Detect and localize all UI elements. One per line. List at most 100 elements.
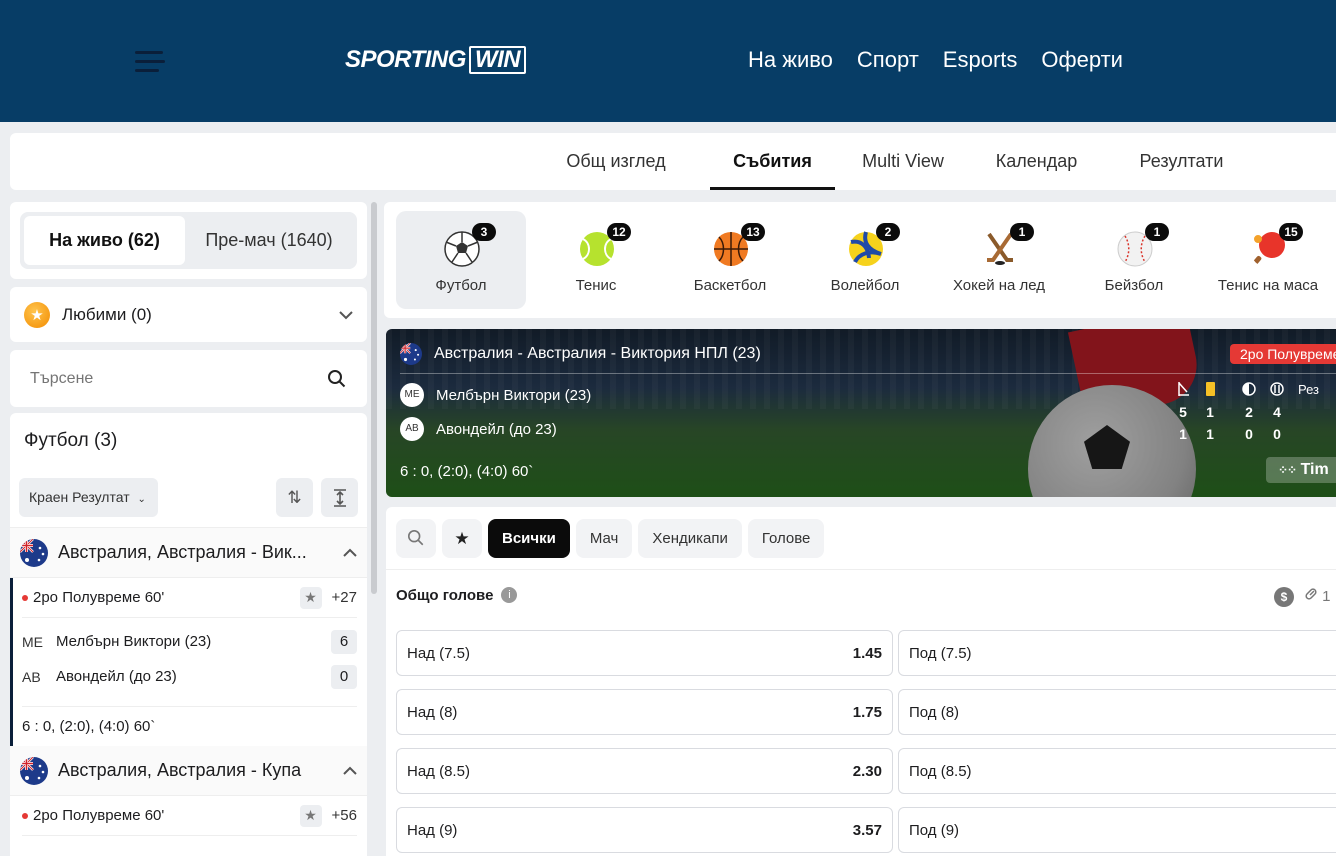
odd-value: 1.75 (852, 703, 882, 721)
sport-count-badge: 12 (607, 223, 631, 241)
odd-over-button[interactable]: Над (8) 1.75 (396, 689, 893, 735)
odd-under-button[interactable]: Под (7.5) (898, 630, 1336, 676)
timeline-label: Tim (1300, 461, 1329, 478)
nav-live-link[interactable]: На живо (748, 44, 833, 76)
search-input[interactable] (30, 369, 327, 388)
stat-away-h1: 0 (1245, 426, 1253, 442)
event-home-team: ME Мелбърн Виктори (23) (400, 383, 591, 407)
sport-table-tennis[interactable]: 15 Тенис на маса (1203, 211, 1333, 309)
sport-volleyball[interactable]: 2 Волейбол (800, 211, 930, 309)
live-event-banner[interactable]: Австралия - Австралия - Виктория НПЛ (23… (386, 329, 1336, 497)
tab-events[interactable]: Събития (710, 133, 835, 190)
sport-basketball[interactable]: 13 Баскетбол (665, 211, 795, 309)
stat-home-corners: 5 (1179, 404, 1187, 420)
league-header[interactable]: Австралия, Австралия - Купа (10, 746, 367, 796)
chevron-down-icon[interactable] (339, 307, 353, 323)
market-tab-match[interactable]: Мач (575, 518, 633, 558)
match-status-row: 2ро Полувреме 60' ★ +56 (22, 796, 357, 836)
sort-icon[interactable]: ⇅ (276, 478, 313, 517)
tab-calendar[interactable]: Календар (980, 133, 1093, 190)
odd-label: Над (9) (407, 821, 458, 839)
team-abbr: ME (22, 633, 43, 650)
chevron-up-icon[interactable] (343, 545, 357, 560)
sport-label: Бейзбол (1104, 277, 1164, 294)
market-search-icon[interactable] (396, 518, 436, 558)
match-card[interactable]: 2ро Полувреме 60' ★ +27 ME Мелбърн Викто… (10, 578, 367, 746)
tab-overview[interactable]: Общ изглед (546, 133, 686, 190)
logo-win-text: WIN (468, 46, 527, 74)
logo[interactable]: SPORTING WIN (345, 44, 527, 76)
odd-under-button[interactable]: Под (8.5) (898, 748, 1336, 794)
team-score: 6 (331, 629, 357, 654)
search-icon[interactable] (327, 369, 347, 389)
market-filter-dropdown[interactable]: Краен Резултат ⌄ (19, 478, 158, 517)
event-league-name: Австралия - Австралия - Виктория НПЛ (23… (434, 345, 761, 362)
yellow-card-icon (1206, 382, 1215, 396)
tab-multi-view[interactable]: Multi View (843, 133, 963, 190)
hamburger-menu-icon[interactable] (135, 51, 165, 73)
market-favorites-star-icon[interactable]: ★ (442, 518, 482, 558)
first-half-icon (1242, 382, 1256, 396)
sport-count-badge: 2 (876, 223, 900, 241)
nav-offers-link[interactable]: Оферти (1041, 44, 1123, 76)
team-name: Авондейл (до 23) (56, 668, 177, 685)
stat-home-h1: 2 (1245, 404, 1253, 420)
sub-navigation: Общ изглед Събития Multi View Календар Р… (10, 133, 1336, 190)
sport-label: Футбол (435, 277, 487, 294)
favorites-panel[interactable]: ★ Любими (0) (10, 287, 367, 342)
market-tab-handicaps[interactable]: Хендикапи (638, 518, 742, 558)
timeline-button[interactable]: ⁘⁘ Tim (1266, 457, 1336, 483)
odd-under-button[interactable]: Под (9) (898, 807, 1336, 853)
nav-sport-link[interactable]: Спорт (857, 44, 919, 76)
period-badge: 2ро Полувреме (1230, 344, 1336, 364)
corner-flag-icon (1178, 382, 1189, 396)
sport-baseball[interactable]: 1 Бейзбол (1069, 211, 1199, 309)
sport-count-badge: 13 (741, 223, 765, 241)
odd-label: Над (7.5) (407, 644, 470, 662)
sport-label: Баскетбол (693, 277, 767, 294)
cashout-dollar-icon[interactable]: $ (1274, 587, 1294, 607)
sport-tennis[interactable]: 12 Тенис (531, 211, 661, 309)
info-icon[interactable]: i (501, 587, 518, 603)
timeline-icon: ⁘⁘ (1278, 463, 1297, 477)
favorite-star-icon[interactable]: ★ (299, 804, 322, 827)
link-icon[interactable]: 1 (1304, 587, 1331, 605)
team-abbr: AB (22, 668, 41, 685)
stat-extra-label: Рез (1298, 382, 1320, 397)
market-tab-all[interactable]: Всички (488, 518, 570, 558)
sport-count-badge: 15 (1279, 223, 1303, 241)
sport-label: Хокей на лед (952, 277, 1046, 294)
markets-panel: ★ Всички Мач Хендикапи Голове Общо голов… (386, 507, 1336, 856)
odd-over-button[interactable]: Над (7.5) 1.45 (396, 630, 893, 676)
nav-esports-link[interactable]: Esports (943, 44, 1018, 76)
league-name: Австралия, Австралия - Купа (58, 760, 302, 780)
sport-ice-hockey[interactable]: 1 Хокей на лед (934, 211, 1064, 309)
collapse-all-icon[interactable] (321, 478, 358, 517)
sport-football[interactable]: 3 Футбол (396, 211, 526, 309)
live-dot-icon (22, 812, 28, 819)
market-tab-goals[interactable]: Голове (747, 518, 825, 558)
live-toggle-button[interactable]: На живо (62) (24, 216, 185, 265)
link-count: 1 (1322, 588, 1331, 605)
sidebar: На живо (62) Пре-мач (1640) ★ Любими (0)… (10, 202, 367, 856)
odds-row: Над (9) 3.57 Под (9) (396, 807, 1336, 853)
odd-under-button[interactable]: Под (8) (898, 689, 1336, 735)
sport-label: Волейбол (830, 277, 900, 294)
favorite-star-icon[interactable]: ★ (299, 586, 322, 609)
match-status: 2ро Полувреме 60' (33, 589, 165, 606)
stat-away-h2: 0 (1273, 426, 1281, 442)
more-markets-count[interactable]: +56 (332, 807, 357, 824)
more-markets-count[interactable]: +27 (332, 589, 357, 606)
tab-results[interactable]: Резултати (1115, 133, 1248, 190)
prematch-toggle-button[interactable]: Пре-мач (1640) (185, 216, 353, 265)
favorites-star-icon: ★ (24, 301, 50, 328)
chevron-up-icon[interactable] (343, 763, 357, 778)
odd-over-button[interactable]: Над (8.5) 2.30 (396, 748, 893, 794)
league-header[interactable]: Австралия, Австралия - Вик... (10, 528, 367, 578)
odds-row: Над (8.5) 2.30 Под (8.5) (396, 748, 1336, 794)
sidebar-scrollbar[interactable] (371, 202, 377, 594)
stat-away-yellow: 1 (1206, 426, 1214, 442)
australia-flag-icon (400, 343, 422, 365)
match-card[interactable]: 2ро Полувреме 60' ★ +56 (10, 796, 367, 836)
odd-over-button[interactable]: Над (9) 3.57 (396, 807, 893, 853)
